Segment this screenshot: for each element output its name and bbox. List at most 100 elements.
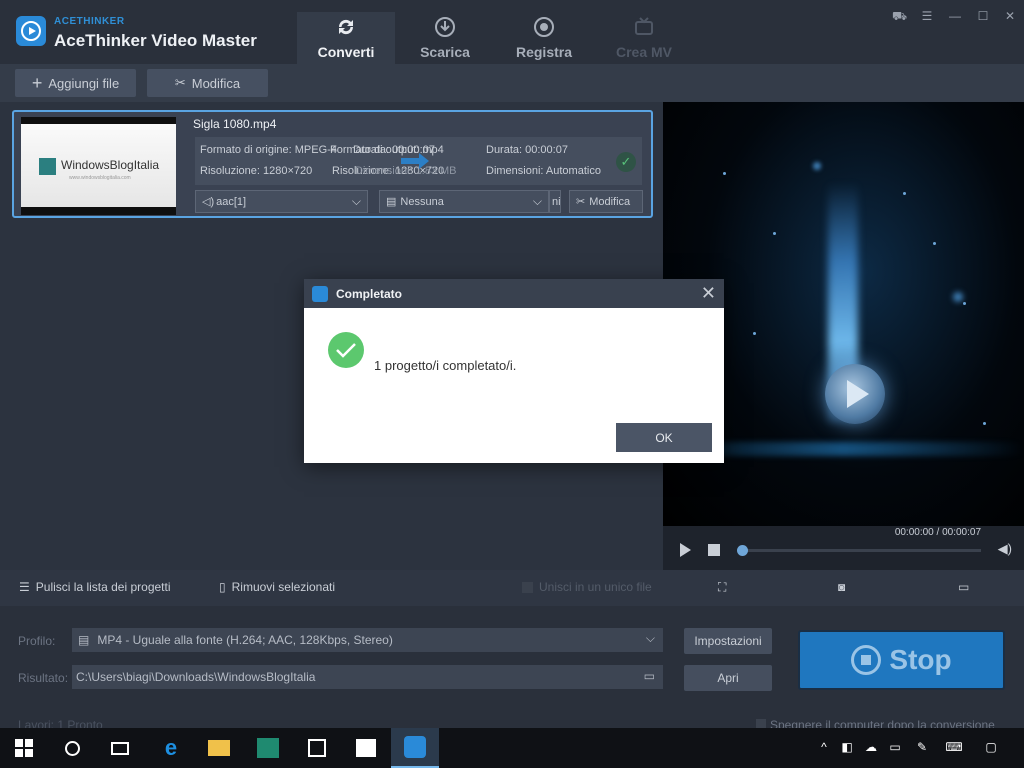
subtitle-select[interactable]: ▤ Nessuna ⌵ [379, 190, 549, 213]
close-icon[interactable]: ✕ [701, 283, 716, 303]
merge-label: Unisci in un unico file [539, 580, 652, 594]
profile-label: Profilo: [18, 634, 56, 648]
tab-label: Crea MV [615, 44, 673, 60]
convert-arrow-icon [401, 153, 429, 169]
check-icon: ✓ [616, 152, 636, 172]
add-files-button[interactable]: + Aggiungi file [15, 69, 136, 97]
menu-icon[interactable]: ☰ [920, 9, 934, 23]
chevron-down-icon: ⌵ [532, 194, 542, 208]
show-hidden-icons[interactable]: ^ [815, 740, 833, 756]
windows-taskbar: e ^ ◧ ☁ ▭ ✎ ⌨ ▢ [0, 728, 1024, 768]
camera-icon[interactable]: ◙ [838, 580, 845, 594]
success-check-icon [328, 332, 364, 368]
source-format: Formato di origine: MPEG-4 [200, 144, 337, 156]
scissors-icon: ✂ [576, 196, 586, 208]
video-thumbnail[interactable]: WindowsBlogItalia www.windowsblogitalia.… [21, 117, 176, 215]
onedrive-icon[interactable]: ☁ [862, 740, 880, 756]
stop-button[interactable]: Stop [798, 630, 1005, 690]
edge-icon[interactable]: e [147, 728, 195, 768]
tab-label: Scarica [420, 44, 470, 60]
preview-play-icon[interactable] [825, 364, 885, 424]
security-icon[interactable]: ◧ [838, 740, 856, 756]
windows-logo-icon [39, 158, 56, 175]
app-title: AceThinker Video Master [54, 31, 257, 50]
trim-button[interactable]: ni [549, 190, 561, 213]
maximize-icon[interactable]: ☐ [976, 9, 990, 23]
task-view-icon[interactable] [96, 728, 144, 768]
minimize-icon[interactable]: — [948, 9, 962, 23]
subtitle-value: Nessuna [400, 195, 444, 208]
seek-bar[interactable] [741, 549, 981, 552]
file-info-box: Formato di origine: MPEG-4 Formato di ou… [195, 137, 642, 185]
cart-icon[interactable]: ⛟ [892, 9, 907, 23]
output-path-field[interactable]: C:\Users\biagi\Downloads\WindowsBlogItal… [72, 665, 663, 689]
sway-icon[interactable] [244, 728, 292, 768]
app-logo-icon [16, 16, 46, 46]
open-button[interactable]: Apri [684, 665, 772, 691]
source-resolution: Risoluzione: 1280×720 [200, 165, 313, 177]
refresh-icon [338, 19, 354, 35]
title-bar: ACETHINKER AceThinker Video Master Conve… [0, 0, 1024, 64]
edit-label: Modifica [191, 75, 241, 91]
seek-handle[interactable] [737, 545, 748, 556]
clear-list-button[interactable]: ☰ Pulisci la lista dei progetti [19, 580, 171, 594]
folder-open-icon[interactable]: ▭ [958, 580, 969, 594]
outlook-icon[interactable] [342, 728, 390, 768]
stop-icon[interactable] [708, 544, 720, 556]
ok-button[interactable]: OK [616, 423, 712, 452]
tab-registra[interactable]: Registra [495, 12, 593, 64]
dialog-header: Completato ✕ [304, 279, 724, 308]
dimensions: Dimensioni: Automatico [486, 165, 601, 177]
trim-label: ni [552, 195, 561, 208]
duration: Durata: 00:00:07 [486, 144, 568, 156]
clear-list-icon: ☰ [19, 580, 30, 594]
file-explorer-icon[interactable] [195, 728, 243, 768]
close-icon[interactable]: ✕ [1003, 9, 1017, 23]
edit-file-label: Modifica [589, 195, 631, 208]
play-icon[interactable] [680, 543, 691, 557]
output-path-value: C:\Users\biagi\Downloads\WindowsBlogItal… [76, 670, 316, 684]
volume-icon[interactable]: ◀) [998, 541, 1012, 557]
file-name: Sigla 1080.mp4 [193, 117, 277, 131]
acethinker-taskbar-icon[interactable] [391, 728, 439, 768]
app-logo-icon [312, 286, 328, 302]
edit-button[interactable]: ✂ Modifica [147, 69, 268, 97]
windows-start-icon[interactable] [0, 728, 48, 768]
remove-selected-button[interactable]: ▯ Rimuovi selezionati [219, 580, 335, 594]
remove-selected-label: Rimuovi selezionati [231, 580, 335, 594]
player-controls: 00:00:00 / 00:00:07 ◀) [663, 526, 1024, 570]
edit-file-button[interactable]: ✂ Modifica [569, 190, 643, 213]
network-icon[interactable]: ▭ [886, 740, 904, 756]
file-item[interactable]: WindowsBlogItalia www.windowsblogitalia.… [12, 110, 653, 218]
completed-dialog: Completato ✕ 1 progetto/i completato/i. … [304, 279, 724, 463]
settings-button[interactable]: Impostazioni [684, 628, 772, 654]
output-settings: Profilo: ▤ MP4 - Uguale alla fonte (H.26… [0, 606, 1024, 732]
tab-converti[interactable]: Converti [297, 12, 395, 64]
profile-select[interactable]: ▤ MP4 - Uguale alla fonte (H.264; AAC, 1… [72, 628, 663, 652]
folder-icon[interactable]: ▭ [644, 669, 655, 683]
pen-icon[interactable]: ✎ [913, 740, 931, 756]
chevron-down-icon: ⌵ [645, 631, 655, 645]
crop-icon[interactable]: ⛶ [718, 580, 726, 595]
tab-label: Converti [317, 44, 375, 60]
keyboard-icon[interactable]: ⌨ [942, 740, 966, 756]
tab-crea-mv[interactable]: Crea MV [595, 12, 693, 64]
document-icon: ▤ [386, 196, 397, 208]
list-actions-bar: ☰ Pulisci la lista dei progetti ▯ Rimuov… [0, 570, 1024, 606]
stop-label: Stop [889, 644, 952, 675]
cortana-icon[interactable] [48, 728, 96, 768]
tab-scarica[interactable]: Scarica [396, 12, 494, 64]
chevron-down-icon: ⌵ [351, 194, 361, 208]
speaker-icon: ◁) [202, 196, 215, 208]
thumbnail-text: WindowsBlogItalia [61, 158, 160, 172]
brand-small: ACETHINKER [54, 16, 125, 27]
stop-circle-icon [851, 645, 882, 675]
store-icon[interactable] [293, 728, 341, 768]
dialog-message: 1 progetto/i completato/i. [374, 358, 517, 373]
audio-track-select[interactable]: ◁) aac[1] ⌵ [195, 190, 368, 213]
download-icon [435, 17, 455, 37]
action-center-icon[interactable]: ▢ [982, 740, 1000, 756]
tv-icon [635, 17, 653, 35]
merge-checkbox[interactable]: Unisci in un unico file [522, 580, 652, 594]
tab-label: Registra [515, 44, 573, 60]
